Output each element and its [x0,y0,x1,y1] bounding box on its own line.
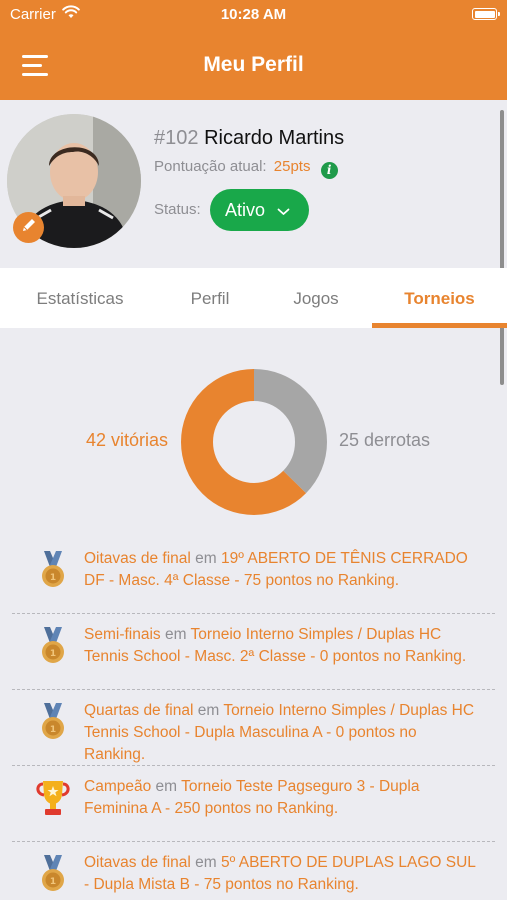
result-stage: Semi-finais [84,626,161,643]
result-stage: Oitavas de final [84,550,191,567]
nav-bar: Meu Perfil [0,30,507,100]
svg-text:1: 1 [50,725,56,735]
ranking-position: #102 [154,127,199,149]
tournament-result-item[interactable]: 1 Oitavas de final em 19º ABERTO DE TÊNIS… [12,538,495,614]
medal-icon: 1 [38,703,68,741]
medal-icon: 1 [38,551,68,589]
result-connector: em [190,550,221,567]
tournament-result-item[interactable]: 1 Oitavas de final em 5º ABERTO DE DUPLAS… [12,842,495,900]
result-stage: Quartas de final [84,702,194,719]
wins-label: 42 vitórias [85,430,168,450]
tournament-result-text: Oitavas de final em 19º ABERTO DE TÊNIS … [84,548,479,592]
score-label: Pontuação atual: [154,158,267,175]
profile-header: #102 Ricardo Martins Pontuação atual: 25… [0,100,507,268]
result-connector: em [193,702,224,719]
svg-text:1: 1 [50,877,56,887]
status-label: Status: [154,201,201,218]
tournament-result-item[interactable]: Campeão em Torneio Teste Pagseguro 3 - D… [12,766,495,842]
losses-label: 25 derrotas [339,430,431,450]
result-connector: em [190,854,221,871]
tab-torneios[interactable]: Torneios [372,268,507,328]
score-row: Pontuação atual: 25pts i [154,158,338,179]
chevron-down-icon [277,200,290,221]
status-dropdown[interactable]: Ativo [210,189,309,231]
medal-icon: 1 [38,627,68,665]
info-icon[interactable]: i [320,162,338,179]
tournament-result-text: Quartas de final em Torneio Interno Simp… [84,700,479,766]
result-stage: Campeão [84,778,152,795]
profile-name-row: #102 Ricardo Martins [154,127,344,150]
result-connector: em [160,626,191,643]
result-stage: Oitavas de final [84,854,191,871]
tournament-result-text: Semi-finais em Torneio Interno Simples /… [84,624,479,668]
battery-icon [472,8,500,20]
pencil-icon [21,217,37,238]
edit-photo-button[interactable] [13,212,44,243]
svg-text:1: 1 [50,573,56,583]
clock: 10:28 AM [220,6,287,23]
tournament-result-text: Oitavas de final em 5º ABERTO DE DUPLAS … [84,852,479,896]
svg-text:1: 1 [50,649,56,659]
score-value: 25pts [273,158,311,175]
tournament-result-text: Campeão em Torneio Teste Pagseguro 3 - D… [84,776,479,820]
donut-chart [181,369,327,515]
tournament-result-item[interactable]: 1 Semi-finais em Torneio Interno Simples … [12,614,495,690]
tab-perfil[interactable]: Perfil [150,268,270,328]
tab-jogos[interactable]: Jogos [258,268,374,328]
player-name: Ricardo Martins [204,127,345,149]
result-connector: em [151,778,182,795]
status-value: Ativo [225,199,266,220]
tab-estatisticas[interactable]: Estatísticas [0,268,160,328]
status-bar: Carrier 10:28 AM [0,0,507,30]
page-title: Meu Perfil [203,53,304,76]
trophy-icon [35,779,71,817]
tournament-results-list: 1 Oitavas de final em 19º ABERTO DE TÊNIS… [0,538,507,900]
profile-tabs: Estatísticas Perfil Jogos Torneios [0,268,507,328]
tournament-result-item[interactable]: 1 Quartas de final em Torneio Interno Sim… [12,690,495,766]
wins-losses-chart: 42 vitórias 25 derrotas [0,328,507,538]
medal-icon: 1 [38,855,68,893]
